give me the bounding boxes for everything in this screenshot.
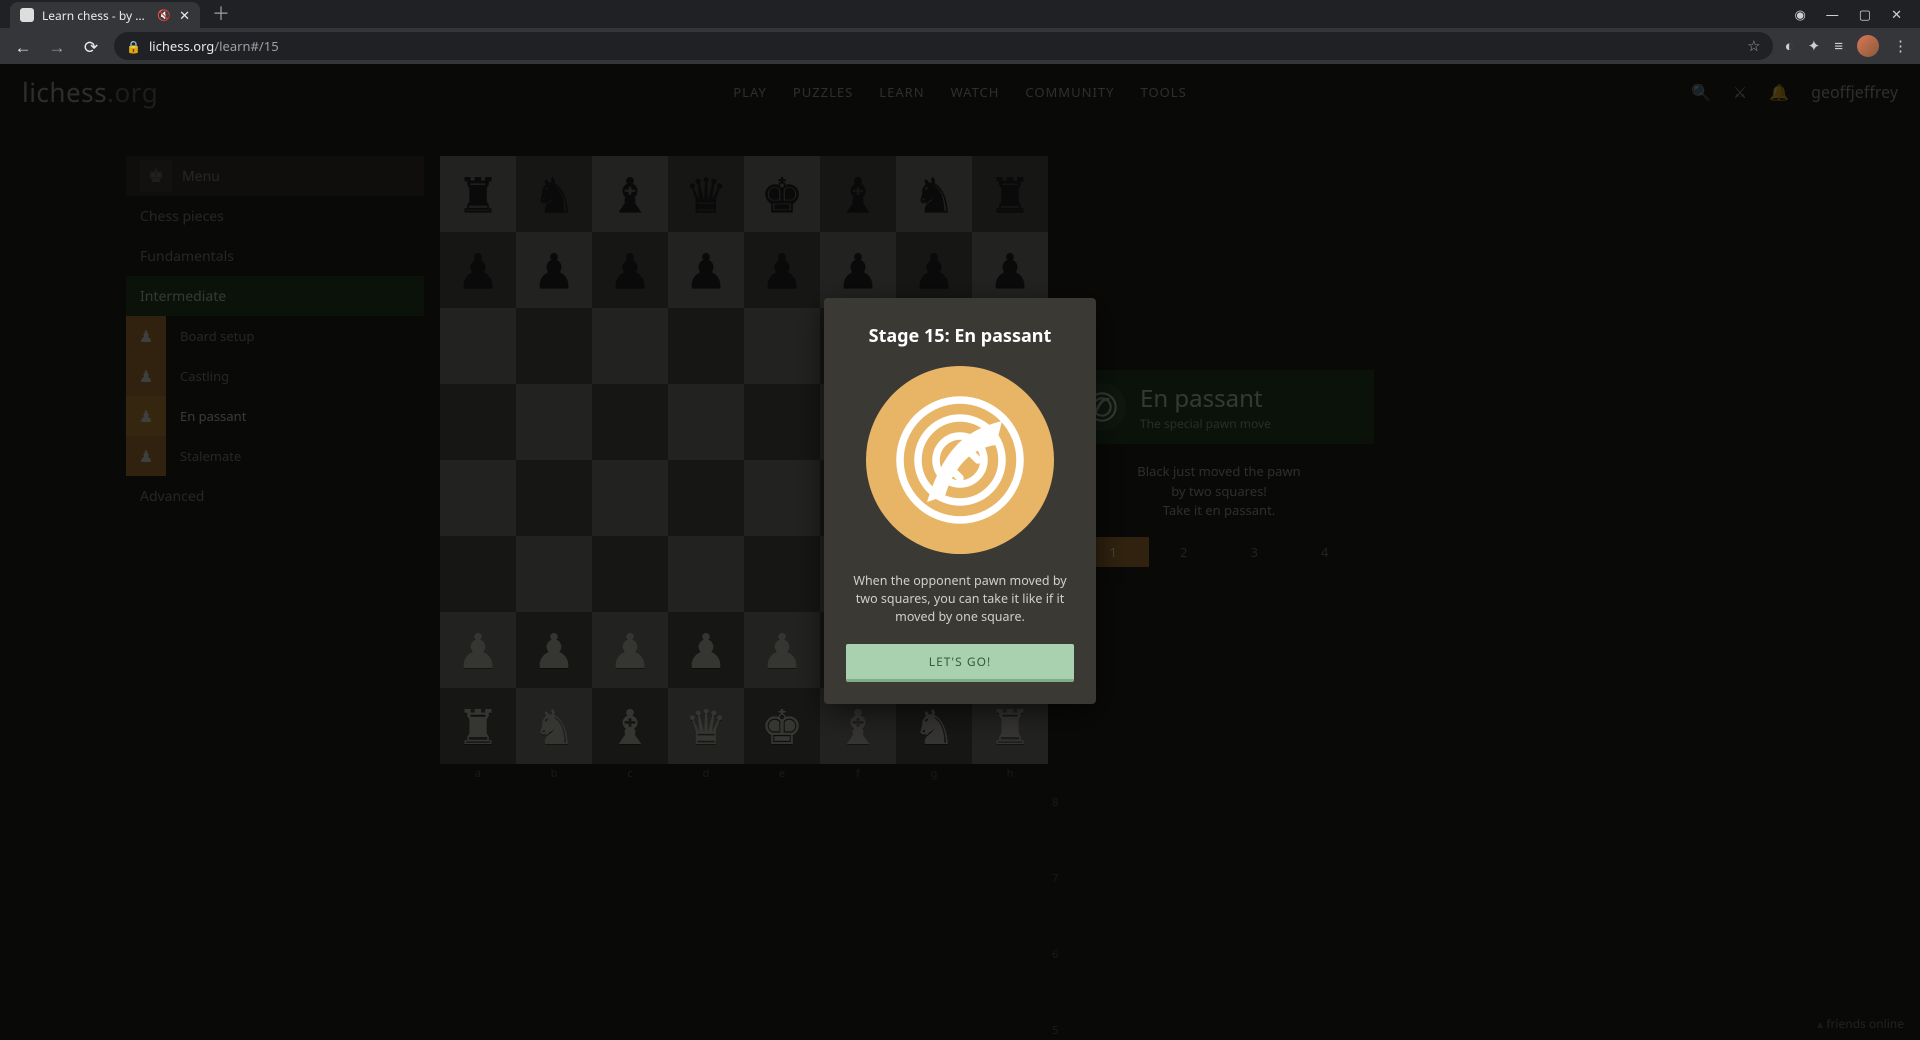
url-text: lichess.org/learn#/15 (149, 37, 279, 55)
en-passant-large-icon (866, 366, 1054, 554)
lock-icon: 🔒 (126, 38, 141, 55)
reload-button[interactable]: ⟳ (80, 35, 102, 58)
page-content: lichess.org PLAYPUZZLESLEARNWATCHCOMMUNI… (0, 64, 1920, 1040)
extension-icons: ◐ ✦ ≡ ⋮ (1785, 35, 1908, 57)
browser-tab-strip: Learn chess - by playing! • lic 🔇 ✕ ＋ ◉ … (0, 0, 1920, 28)
new-tab-button[interactable]: ＋ (212, 0, 230, 28)
address-bar[interactable]: 🔒 lichess.org/learn#/15 ☆ (114, 32, 1773, 60)
forward-button[interactable]: → (46, 35, 68, 58)
tab-close-icon[interactable]: ✕ (179, 6, 190, 24)
browser-tab[interactable]: Learn chess - by playing! • lic 🔇 ✕ (10, 2, 200, 28)
lets-go-button[interactable]: LET'S GO! (846, 644, 1074, 682)
bookmark-star-icon[interactable]: ☆ (1747, 36, 1760, 56)
tab-audio-icon[interactable]: 🔇 (157, 8, 171, 23)
window-close-icon[interactable]: ✕ (1891, 5, 1902, 23)
modal-title: Stage 15: En passant (846, 324, 1074, 348)
reading-list-icon[interactable]: ≡ (1834, 36, 1843, 56)
window-controls: ◉ — ▢ ✕ (1794, 0, 1920, 28)
favicon-icon (20, 8, 34, 22)
chromecast-icon[interactable]: ◉ (1794, 5, 1805, 23)
window-minimize-icon[interactable]: — (1826, 5, 1839, 23)
tab-title: Learn chess - by playing! • lic (42, 7, 149, 24)
extensions-puzzle-icon[interactable]: ✦ (1808, 36, 1821, 56)
back-button[interactable]: ← (12, 35, 34, 58)
chrome-menu-icon[interactable]: ⋮ (1893, 36, 1908, 56)
window-maximize-icon[interactable]: ▢ (1859, 5, 1871, 23)
browser-toolbar: ← → ⟳ 🔒 lichess.org/learn#/15 ☆ ◐ ✦ ≡ ⋮ (0, 28, 1920, 64)
modal-body: When the opponent pawn moved by two squa… (846, 572, 1074, 626)
profile-avatar[interactable] (1857, 35, 1879, 57)
extension-icon[interactable]: ◐ (1785, 36, 1794, 56)
stage-intro-modal: Stage 15: En passant When the opponent p… (824, 298, 1096, 704)
